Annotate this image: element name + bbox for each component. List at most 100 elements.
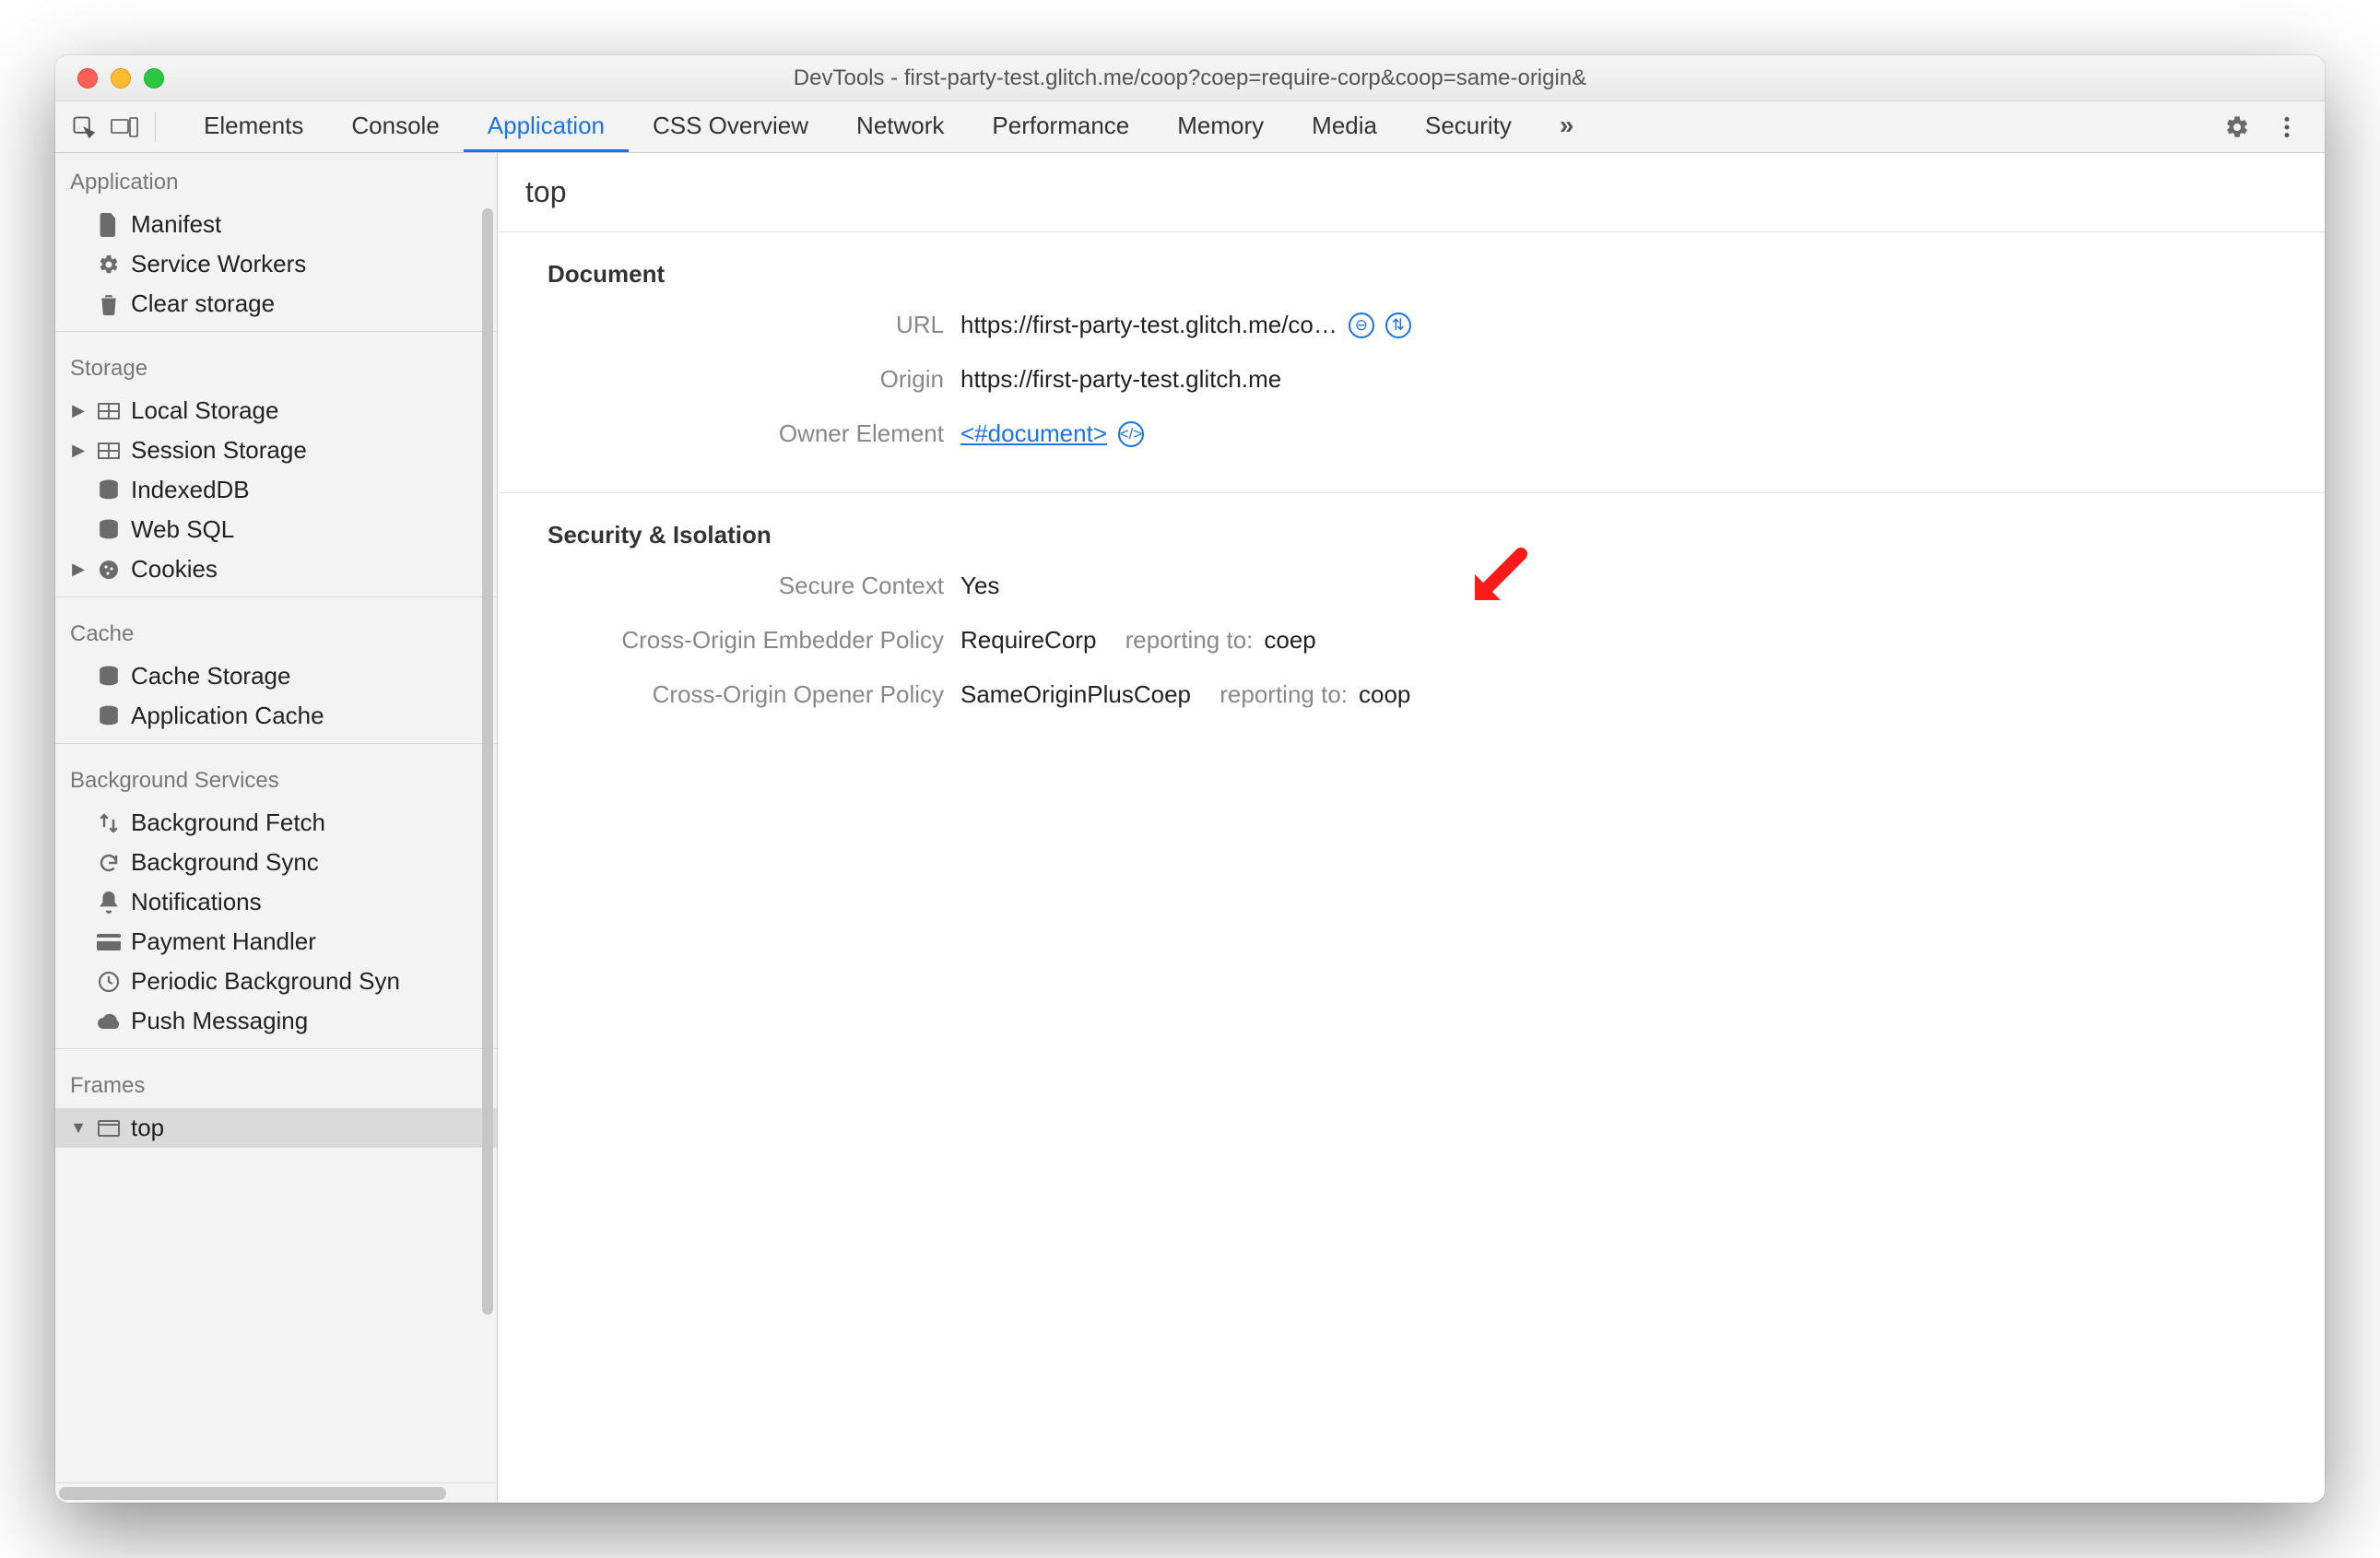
tab-console[interactable]: Console [327, 101, 463, 152]
clock-icon [96, 969, 122, 995]
sidebar-item-label: Push Messaging [131, 1007, 308, 1035]
sidebar-item-label: Local Storage [131, 396, 278, 425]
secure-context-value: Yes [960, 572, 999, 600]
reveal-in-network-icon[interactable]: ⇅ [1385, 313, 1411, 338]
sidebar-item-periodic-bg-sync[interactable]: Periodic Background Syn [55, 962, 497, 1001]
expand-arrow-icon[interactable]: ▶ [70, 401, 87, 420]
sidebar-item-label: Web SQL [131, 515, 234, 544]
expand-arrow-icon[interactable]: ▶ [70, 441, 87, 460]
sidebar-item-label: IndexedDB [131, 476, 250, 504]
settings-gear-icon[interactable] [2221, 112, 2253, 143]
coop-value: SameOriginPlusCoep [960, 680, 1191, 709]
gear-icon [96, 252, 122, 277]
sidebar-item-label: Notifications [131, 888, 262, 916]
security-section-heading: Security & Isolation [548, 521, 2288, 549]
kebab-menu-icon[interactable] [2271, 112, 2303, 143]
window-icon [96, 1115, 122, 1141]
sidebar-item-bg-fetch[interactable]: Background Fetch [55, 803, 497, 843]
sidebar-scrollbar[interactable] [482, 208, 493, 1315]
tab-css-overview[interactable]: CSS Overview [629, 101, 832, 152]
cloud-icon [96, 1009, 122, 1034]
sidebar-item-payment-handler[interactable]: Payment Handler [55, 922, 497, 962]
sidebar-item-cache-storage[interactable]: Cache Storage [55, 656, 497, 696]
coep-reporting-target: coep [1264, 626, 1315, 655]
owner-element-label: Owner Element [548, 419, 944, 448]
sidebar-item-label: Clear storage [131, 289, 275, 318]
sidebar-item-manifest[interactable]: Manifest [55, 205, 497, 244]
reveal-in-elements-icon[interactable]: </> [1118, 421, 1144, 447]
sidebar-item-notifications[interactable]: Notifications [55, 882, 497, 922]
sidebar-item-indexeddb[interactable]: IndexedDB [55, 470, 497, 510]
cookie-icon [96, 557, 122, 583]
inspect-element-icon[interactable] [68, 112, 100, 143]
owner-element-link[interactable]: <#document> [960, 419, 1107, 448]
coop-reporting-prefix: reporting to: [1219, 680, 1348, 709]
sidebar-item-label: Periodic Background Syn [131, 967, 400, 996]
database-icon [96, 703, 122, 729]
sidebar-item-label: Background Sync [131, 848, 319, 877]
frame-title: top [498, 153, 2325, 232]
sidebar-horizontal-scrollbar-thumb[interactable] [59, 1487, 446, 1500]
tab-network[interactable]: Network [832, 101, 968, 152]
device-toolbar-icon[interactable] [109, 112, 140, 143]
sidebar-item-local-storage[interactable]: ▶ Local Storage [55, 391, 497, 431]
sidebar-item-push-messaging[interactable]: Push Messaging [55, 1001, 497, 1041]
application-sidebar: Application Manifest Service Workers [55, 153, 498, 1503]
database-icon [96, 517, 122, 543]
coep-label: Cross-Origin Embedder Policy [548, 626, 944, 655]
sidebar-item-label: Cookies [131, 555, 218, 584]
coep-reporting-prefix: reporting to: [1125, 626, 1254, 655]
tab-security[interactable]: Security [1401, 101, 1536, 152]
sidebar-item-clear-storage[interactable]: Clear storage [55, 284, 497, 324]
coop-label: Cross-Origin Opener Policy [548, 680, 944, 709]
coep-value: RequireCorp [960, 626, 1096, 655]
origin-value: https://first-party-test.glitch.me [960, 365, 1281, 394]
document-section-heading: Document [548, 260, 2288, 289]
sidebar-section-storage: Storage [55, 339, 497, 391]
sidebar-item-label: Background Fetch [131, 809, 325, 837]
sidebar-item-cookies[interactable]: ▶ Cookies [55, 549, 497, 589]
database-icon [96, 478, 122, 503]
window-title: DevTools - first-party-test.glitch.me/co… [55, 65, 2325, 91]
secure-context-label: Secure Context [548, 572, 944, 600]
tab-media[interactable]: Media [1288, 101, 1401, 152]
window-titlebar: DevTools - first-party-test.glitch.me/co… [55, 55, 2325, 101]
sidebar-section-bg-services: Background Services [55, 751, 497, 803]
table-icon [96, 398, 122, 424]
tabs-overflow-icon[interactable]: » [1536, 101, 1595, 152]
origin-label: Origin [548, 365, 944, 394]
sync-icon [96, 850, 122, 876]
panel-tabs: Elements Console Application CSS Overvie… [180, 101, 1594, 152]
sidebar-item-label: Session Storage [131, 436, 307, 465]
file-icon [96, 212, 122, 238]
sidebar-item-service-workers[interactable]: Service Workers [55, 244, 497, 284]
collapse-arrow-icon[interactable]: ▼ [70, 1118, 87, 1138]
main-panel: top Document URL https://first-party-tes… [498, 153, 2325, 1503]
sidebar-section-application: Application [55, 153, 497, 205]
sidebar-item-frame-top[interactable]: ▼ top [55, 1108, 497, 1148]
sidebar-item-label: Cache Storage [131, 662, 290, 690]
devtools-toolbar: Elements Console Application CSS Overvie… [55, 101, 2325, 153]
tab-memory[interactable]: Memory [1153, 101, 1288, 152]
sidebar-item-label: Service Workers [131, 250, 306, 278]
trash-icon [96, 291, 122, 317]
database-icon [96, 664, 122, 690]
tab-performance[interactable]: Performance [968, 101, 1153, 152]
sidebar-item-app-cache[interactable]: Application Cache [55, 696, 497, 736]
sidebar-section-cache: Cache [55, 605, 497, 656]
sidebar-horizontal-scrollbar[interactable] [55, 1482, 497, 1503]
reveal-in-sources-icon[interactable]: ⊖ [1349, 313, 1374, 338]
sidebar-item-bg-sync[interactable]: Background Sync [55, 843, 497, 882]
sidebar-item-label: top [131, 1114, 164, 1142]
sidebar-section-frames: Frames [55, 1056, 497, 1108]
bell-icon [96, 890, 122, 915]
url-label: URL [548, 311, 944, 339]
sidebar-item-websql[interactable]: Web SQL [55, 510, 497, 549]
tab-elements[interactable]: Elements [180, 101, 327, 152]
expand-arrow-icon[interactable]: ▶ [70, 560, 87, 579]
sidebar-item-session-storage[interactable]: ▶ Session Storage [55, 431, 497, 470]
sidebar-item-label: Payment Handler [131, 927, 316, 956]
sidebar-item-label: Application Cache [131, 702, 324, 730]
coop-reporting-target: coop [1359, 680, 1410, 709]
tab-application[interactable]: Application [464, 101, 629, 152]
